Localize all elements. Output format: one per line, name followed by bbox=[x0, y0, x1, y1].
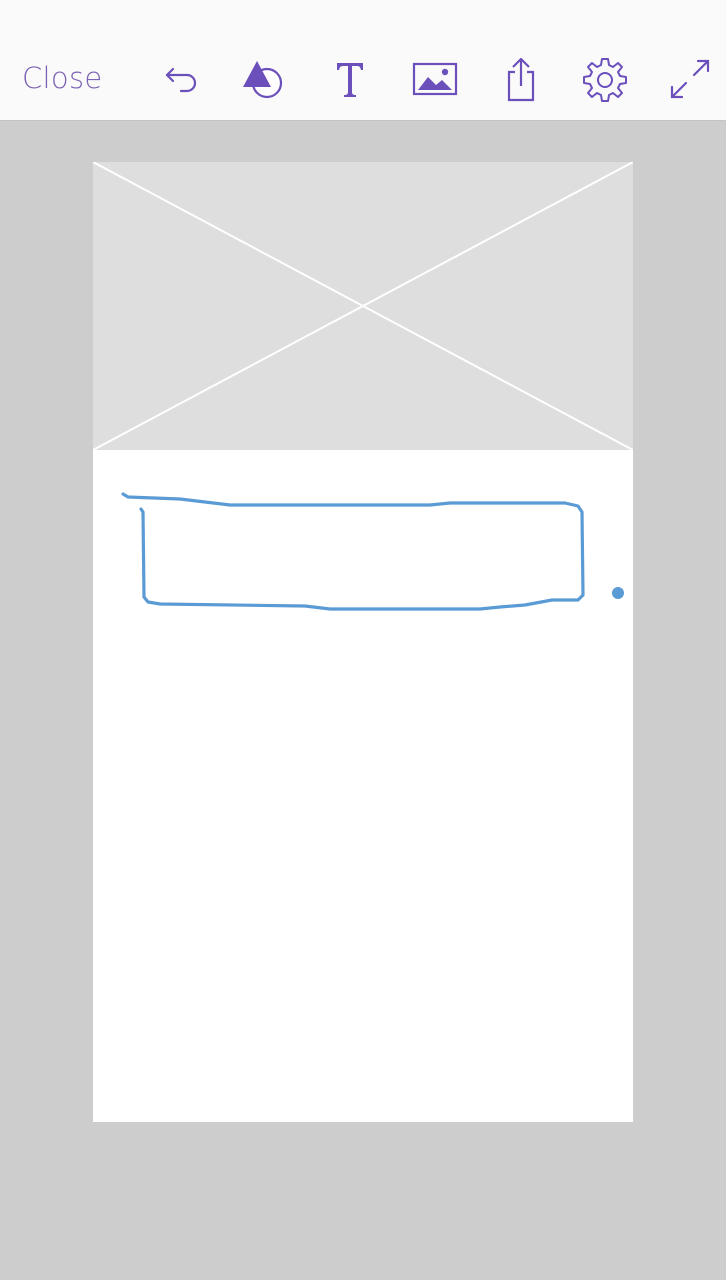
share-button[interactable] bbox=[497, 55, 545, 103]
close-button[interactable]: Close bbox=[22, 58, 103, 98]
top-toolbar: Close bbox=[0, 0, 726, 121]
fullscreen-icon bbox=[668, 57, 712, 101]
share-icon bbox=[501, 56, 541, 102]
image-placeholder[interactable] bbox=[93, 162, 633, 450]
settings-button[interactable] bbox=[581, 55, 629, 103]
shapes-icon bbox=[239, 57, 287, 101]
image-icon bbox=[412, 61, 458, 97]
artboard[interactable] bbox=[93, 162, 633, 1122]
gear-icon bbox=[582, 56, 628, 102]
text-icon bbox=[330, 58, 370, 100]
shapes-button[interactable] bbox=[239, 55, 287, 103]
undo-button[interactable] bbox=[157, 55, 205, 103]
undo-icon bbox=[161, 59, 201, 99]
ink-dot bbox=[612, 587, 624, 599]
fullscreen-button[interactable] bbox=[666, 55, 714, 103]
text-button[interactable] bbox=[326, 55, 374, 103]
image-button[interactable] bbox=[411, 55, 459, 103]
